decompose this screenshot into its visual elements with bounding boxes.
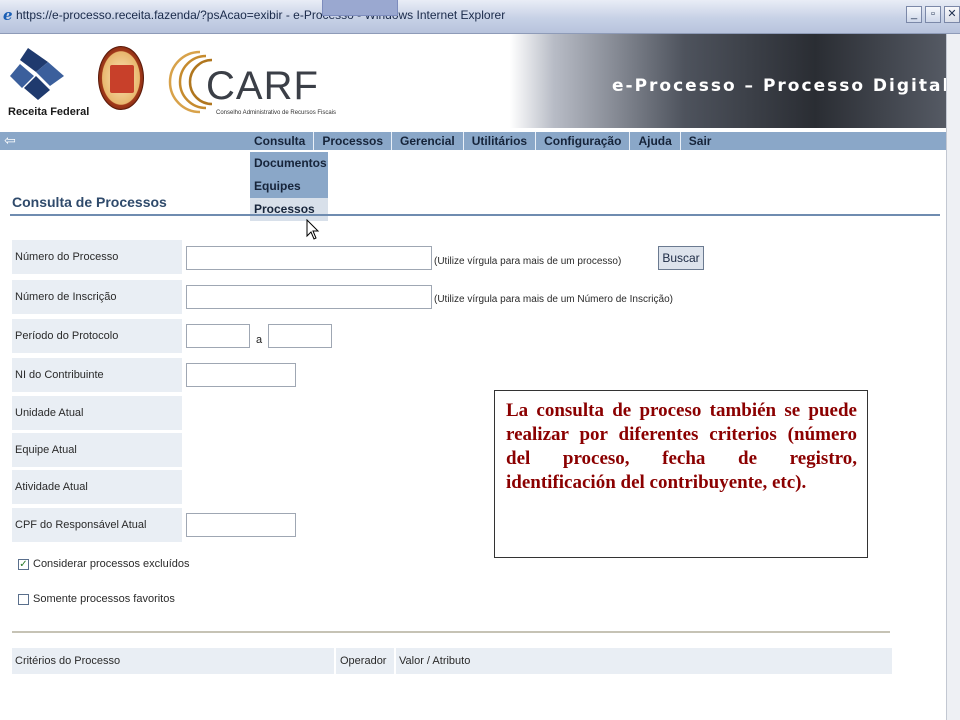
pgfn-shield — [110, 65, 134, 93]
periodo-separator: a — [256, 334, 263, 346]
vertical-scrollbar[interactable] — [946, 34, 960, 720]
periodo-inicio-input[interactable] — [186, 324, 250, 348]
buscar-button[interactable]: Buscar — [658, 246, 704, 270]
considerar-excluidos-checkbox[interactable]: ✓ — [18, 558, 29, 570]
section-divider — [12, 631, 890, 633]
numero-inscricao-hint: (Utilize vírgula para mais de um Número … — [434, 294, 673, 305]
checkbox-row-excluidos[interactable]: ✓ Considerar processos excluídos — [18, 558, 190, 570]
col-criterios: Critérios do Processo — [15, 655, 121, 667]
col-operador: Operador — [340, 655, 387, 667]
label-unidade-atual: Unidade Atual — [12, 396, 182, 430]
menu-sair[interactable]: Sair — [681, 132, 720, 150]
numero-processo-input[interactable] — [186, 246, 432, 270]
page-title: Consulta de Processos — [12, 194, 167, 210]
restore-button[interactable]: ▫ — [925, 6, 941, 23]
menu-configuracao[interactable]: Configuração — [536, 132, 631, 150]
callout-text: La consulta de proceso también se puede … — [506, 400, 857, 493]
annotation-callout: La consulta de proceso también se puede … — [494, 390, 868, 558]
numero-processo-hint: (Utilize vírgula para mais de um process… — [434, 256, 622, 267]
menu-consulta[interactable]: Consulta — [246, 132, 315, 150]
header-banner: Receita Federal CARF Conselho Administra… — [0, 34, 946, 128]
periodo-fim-input[interactable] — [268, 324, 332, 348]
ni-contribuinte-input[interactable] — [186, 363, 296, 387]
window-title-bar: e https://e-processo.receita.fazenda/?ps… — [0, 0, 960, 34]
cpf-responsavel-input[interactable] — [186, 513, 296, 537]
label-equipe-atual: Equipe Atual — [12, 433, 182, 467]
somente-favoritos-label: Somente processos favoritos — [33, 593, 175, 605]
col-valor-atributo: Valor / Atributo — [399, 655, 471, 667]
close-button[interactable]: ✕ — [944, 6, 960, 23]
carf-title: CARF — [206, 64, 319, 108]
somente-favoritos-checkbox[interactable] — [18, 593, 29, 605]
window-title: https://e-processo.receita.fazenda/?psAc… — [16, 8, 506, 22]
main-menu: Consulta Processos Gerencial Utilitários… — [246, 132, 719, 150]
considerar-excluidos-label: Considerar processos excluídos — [33, 558, 190, 570]
system-title: e-Processo – Processo Digital — [612, 76, 946, 96]
mouse-cursor-icon — [306, 219, 320, 240]
label-numero-inscricao: Número de Inscrição — [12, 280, 182, 314]
col-divider — [334, 648, 336, 674]
consulta-dropdown: Documentos Equipes Processos — [250, 152, 328, 221]
label-numero-processo: Número do Processo — [12, 240, 182, 274]
title-divider — [10, 214, 940, 216]
dropdown-item-processos[interactable]: Processos — [250, 198, 328, 221]
dropdown-item-equipes[interactable]: Equipes — [250, 175, 328, 198]
label-atividade-atual: Atividade Atual — [12, 470, 182, 504]
carf-subtitle: Conselho Administrativo de Recursos Fisc… — [216, 110, 337, 116]
menu-processos[interactable]: Processos — [314, 132, 393, 150]
menu-utilitarios[interactable]: Utilitários — [464, 132, 537, 150]
label-cpf-responsavel: CPF do Responsável Atual — [12, 508, 182, 542]
checkbox-row-favoritos[interactable]: Somente processos favoritos — [18, 593, 175, 605]
main-menu-bar: ⇦ Consulta Processos Gerencial Utilitári… — [0, 132, 946, 150]
pgfn-logo — [98, 46, 144, 110]
menu-ajuda[interactable]: Ajuda — [630, 132, 681, 150]
minimize-button[interactable]: _ — [906, 6, 922, 23]
internet-explorer-icon: e — [3, 6, 13, 24]
dropdown-item-documentos[interactable]: Documentos — [250, 152, 328, 175]
label-periodo-protocolo: Período do Protocolo — [12, 319, 182, 353]
label-ni-contribuinte: NI do Contribuinte — [12, 358, 182, 392]
numero-inscricao-input[interactable] — [186, 285, 432, 309]
title-bar-tab — [322, 0, 398, 16]
receita-federal-label: Receita Federal — [8, 106, 90, 118]
menu-gerencial[interactable]: Gerencial — [392, 132, 464, 150]
back-arrow-icon[interactable]: ⇦ — [4, 132, 16, 148]
criteria-table-header: Critérios do Processo Operador Valor / A… — [12, 648, 892, 674]
